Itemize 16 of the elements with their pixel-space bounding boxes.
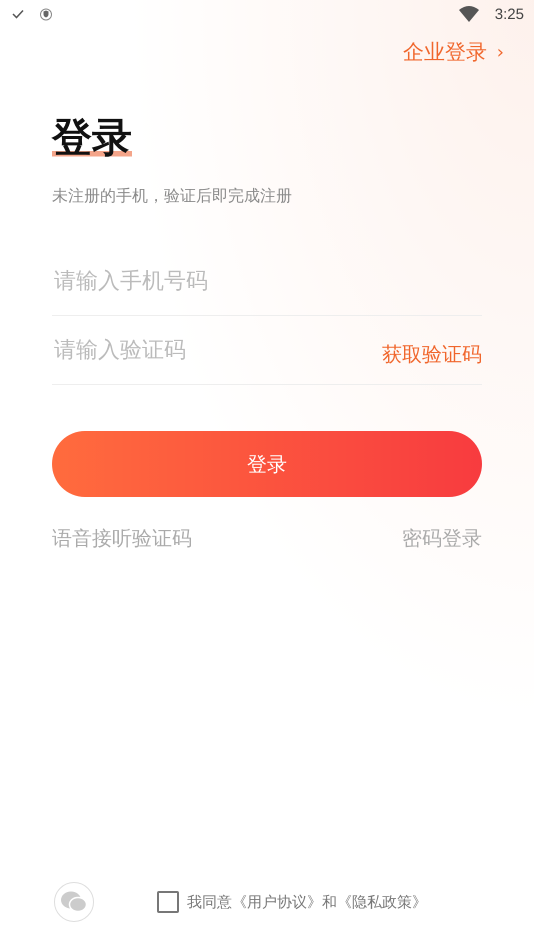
status-time: 3:25: [494, 6, 524, 22]
wifi-icon: [458, 6, 479, 22]
code-field[interactable]: 请输入验证码: [52, 336, 382, 364]
login-option-link[interactable]: 密码登录: [402, 525, 482, 552]
agreement-text: 我同意《用户协议》和《隐私政策》: [187, 892, 427, 912]
check-icon: [12, 9, 24, 19]
subtitle: 未注册的手机，验证后即完成注册: [52, 186, 293, 207]
enterprise-login-link[interactable]: 企业登录 ›: [402, 38, 504, 66]
login-option-link[interactable]: 语音接听验证码: [52, 525, 192, 552]
get-code-button[interactable]: 获取验证码: [382, 340, 482, 368]
chat-bubbles-icon: [60, 890, 88, 914]
phone-field[interactable]: 请输入手机号码: [52, 268, 482, 294]
shield-icon: [40, 8, 52, 20]
login-button[interactable]: 登录: [52, 431, 482, 497]
agree-checkbox[interactable]: [157, 891, 179, 913]
page-title: 登录: [52, 116, 132, 160]
